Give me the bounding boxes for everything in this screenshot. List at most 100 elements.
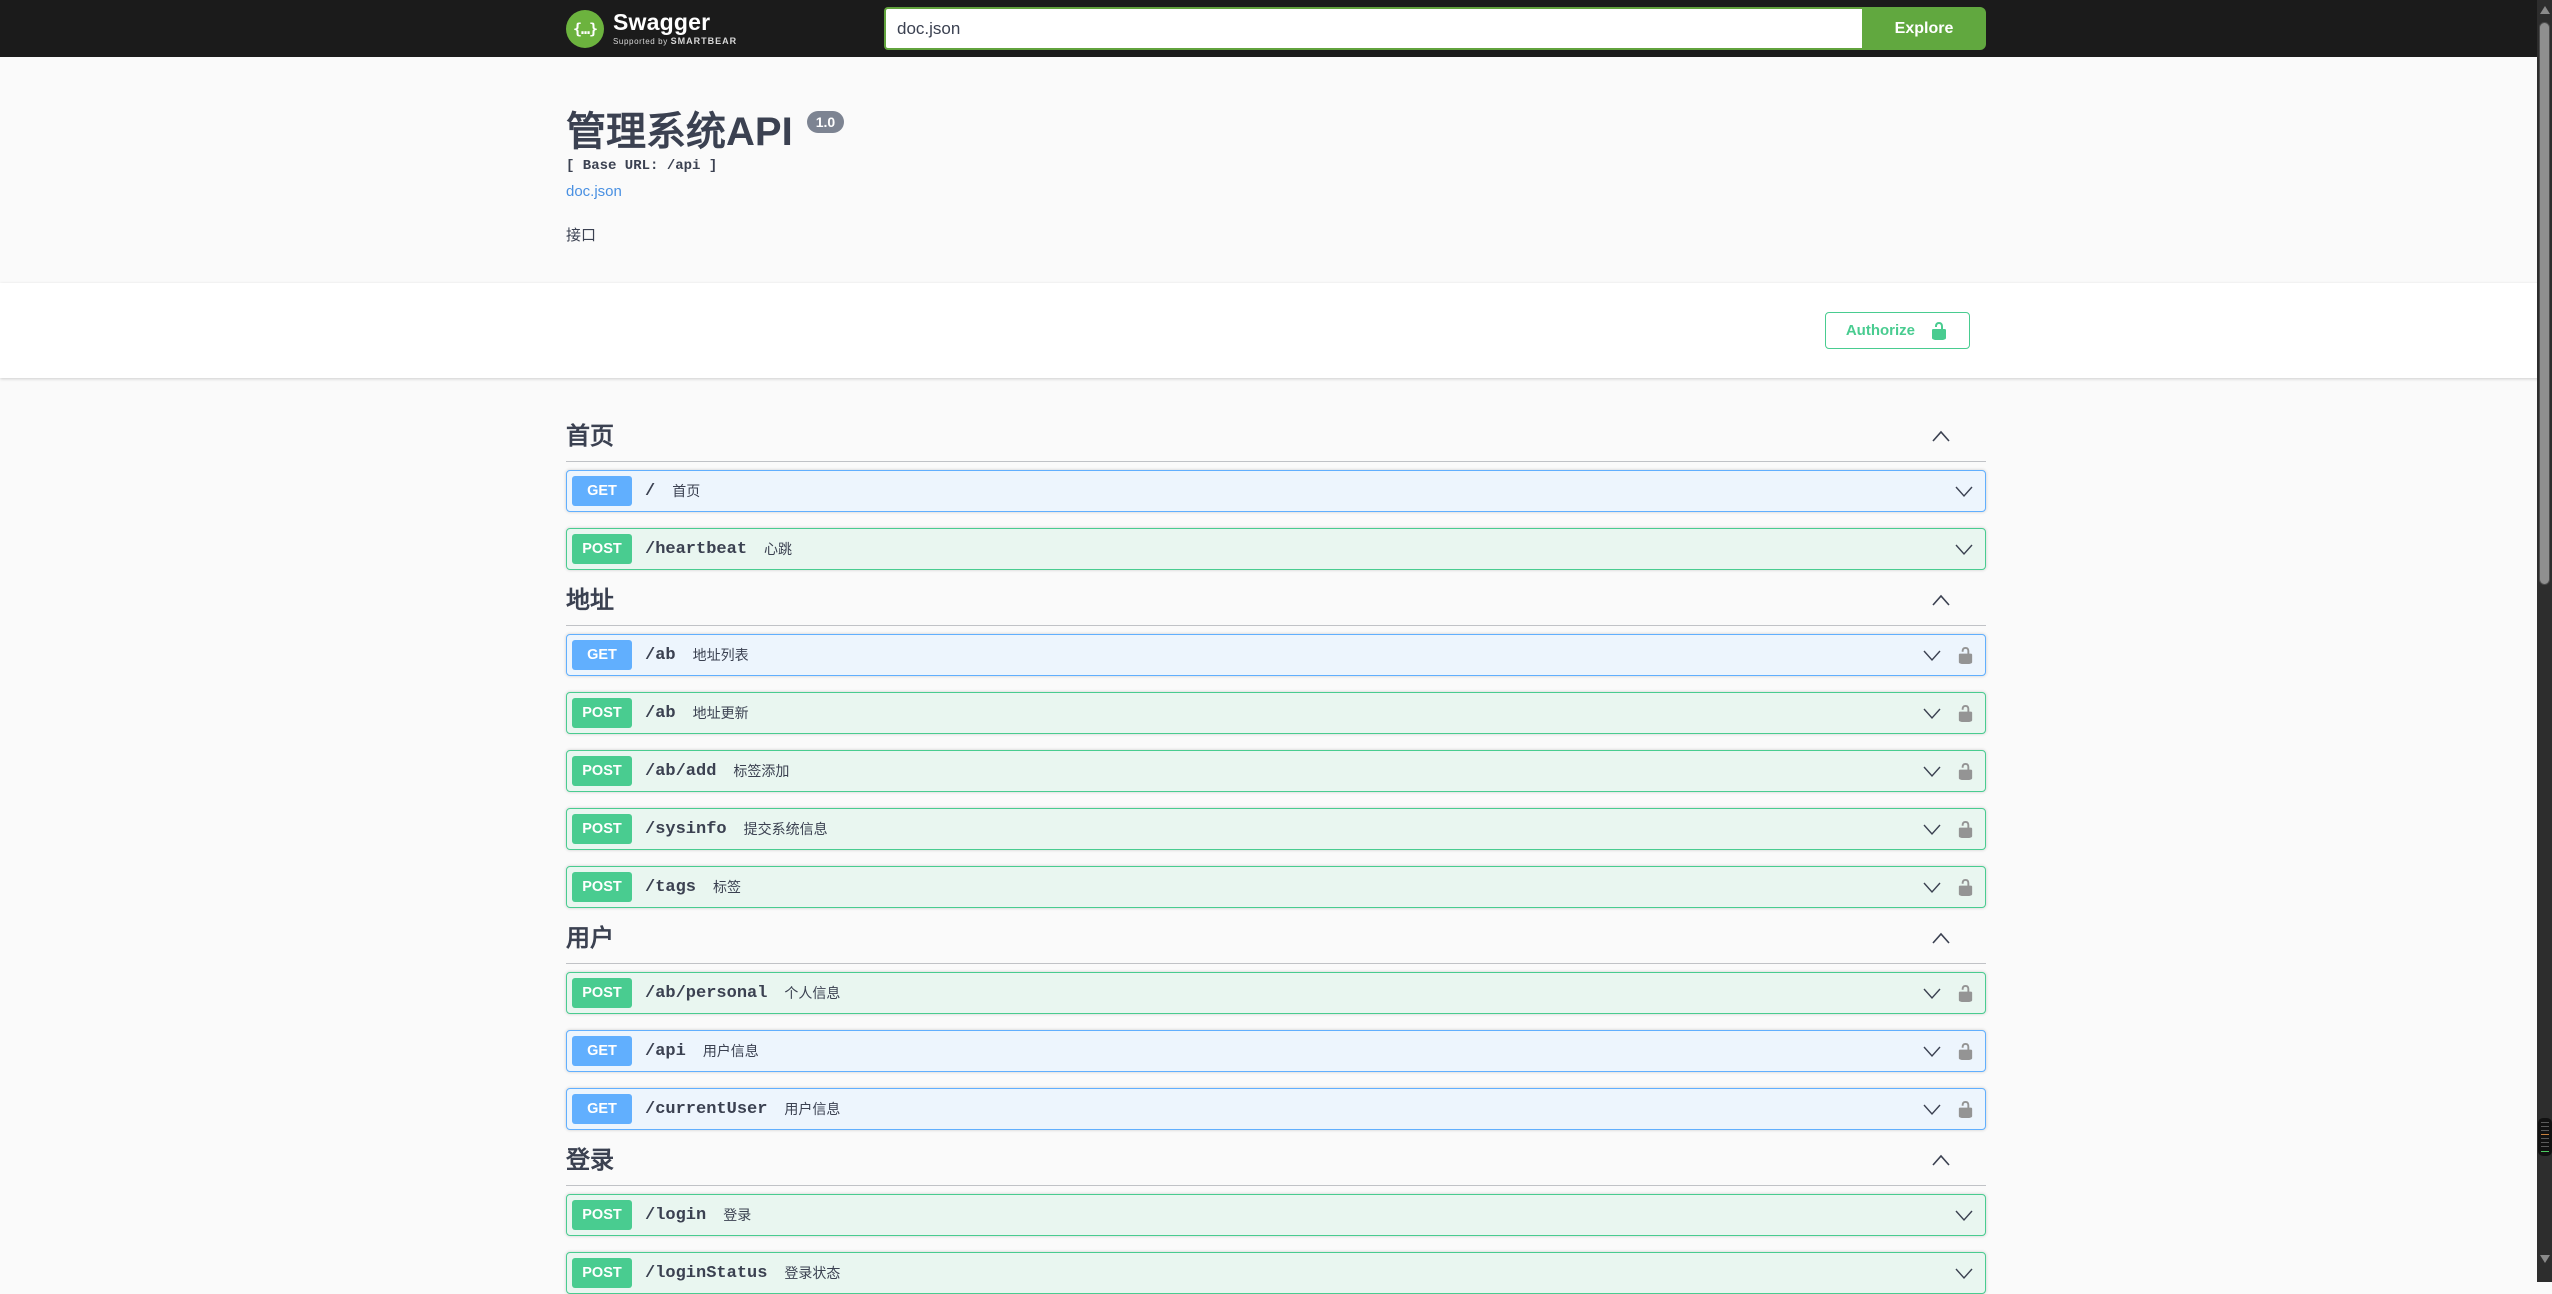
operation-row[interactable]: POST /sysinfo 提交系统信息 (566, 808, 1986, 850)
operation-summary: 地址列表 (692, 647, 749, 663)
operation-row[interactable]: GET / 首页 (566, 470, 1986, 512)
chevron-up-icon[interactable] (1930, 1152, 1952, 1170)
authorize-button[interactable]: Authorize (1824, 312, 1970, 349)
tag-name: 地址 (566, 587, 614, 614)
method-badge: POST (572, 872, 632, 902)
chevron-up-icon[interactable] (1930, 428, 1952, 446)
operation-row[interactable]: POST /tags 标签 (566, 866, 1986, 908)
operation-summary: 标签 (713, 879, 742, 895)
chevron-up-icon[interactable] (1930, 930, 1952, 948)
operation-summary: 个人信息 (784, 985, 841, 1001)
operation-path: /login (645, 1205, 707, 1225)
auth-lock-button[interactable] (1956, 704, 1975, 723)
unlock-icon (1958, 762, 1973, 780)
tag-header[interactable]: 登录 (566, 1146, 1986, 1186)
auth-lock-button[interactable] (1956, 1100, 1975, 1119)
operation-summary: 登录状态 (784, 1265, 841, 1281)
chevron-down-icon[interactable] (1953, 540, 1975, 558)
scrollbar-track[interactable] (2537, 0, 2552, 1282)
operation-path: /loginStatus (645, 1263, 768, 1283)
unlock-icon (1932, 321, 1946, 340)
tag-header[interactable]: 地址 (566, 586, 1986, 626)
operation-path: /api (645, 1041, 686, 1061)
operation-row[interactable]: GET /api 用户信息 (566, 1030, 1986, 1072)
operation-summary: 用户信息 (784, 1101, 841, 1117)
unlock-icon (1958, 1100, 1973, 1118)
method-badge: GET (572, 1094, 632, 1124)
tag-section: 用户 POST /ab/personal 个人信息 GET /api 用户信息 (566, 924, 1986, 1130)
scrollbar-marker-box (2537, 1118, 2552, 1156)
auth-lock-button[interactable] (1956, 762, 1975, 781)
topbar: {…} Swagger Supported by SMARTBEAR Explo… (0, 0, 2552, 57)
authorize-label: Authorize (1845, 322, 1915, 339)
operation-row[interactable]: GET /ab 地址列表 (566, 634, 1986, 676)
auth-lock-button[interactable] (1956, 878, 1975, 897)
swagger-logo[interactable]: {…} Swagger Supported by SMARTBEAR (566, 9, 738, 48)
chevron-down-icon[interactable] (1921, 984, 1943, 1002)
method-badge: POST (572, 1200, 632, 1230)
method-badge: GET (572, 476, 632, 506)
unlock-icon (1958, 704, 1973, 722)
auth-lock-button[interactable] (1956, 984, 1975, 1003)
operation-row[interactable]: POST /heartbeat 心跳 (566, 528, 1986, 570)
operation-path: /ab/personal (645, 983, 768, 1003)
operation-path: /ab (645, 645, 676, 665)
scrollbar-thumb[interactable] (2539, 22, 2550, 585)
method-badge: GET (572, 640, 632, 670)
tag-header[interactable]: 首页 (566, 422, 1986, 462)
chevron-up-icon[interactable] (1930, 592, 1952, 610)
operation-path: / (645, 481, 656, 501)
unlock-icon (1958, 646, 1973, 664)
api-description: 接口 (566, 227, 597, 244)
auth-lock-button[interactable] (1956, 646, 1975, 665)
spec-url-form: Explore (884, 7, 1986, 50)
chevron-down-icon[interactable] (1921, 1100, 1943, 1118)
chevron-down-icon[interactable] (1953, 1264, 1975, 1282)
chevron-down-icon[interactable] (1921, 762, 1943, 780)
operation-summary: 心跳 (764, 541, 793, 557)
spec-url-input[interactable] (884, 7, 1862, 50)
scrollbar-down-arrow-icon[interactable] (2539, 1255, 2550, 1263)
chevron-down-icon[interactable] (1921, 878, 1943, 896)
base-url: [ Base URL: /api ] (566, 158, 718, 174)
unlock-icon (1958, 1042, 1973, 1060)
chevron-down-icon[interactable] (1953, 1206, 1975, 1224)
operation-row[interactable]: POST /loginStatus 登录状态 (566, 1252, 1986, 1294)
tag-header[interactable]: 用户 (566, 924, 1986, 964)
operation-row[interactable]: POST /ab 地址更新 (566, 692, 1986, 734)
method-badge: GET (572, 1036, 632, 1066)
method-badge: POST (572, 756, 632, 786)
auth-lock-button[interactable] (1956, 1042, 1975, 1061)
method-badge: POST (572, 698, 632, 728)
chevron-down-icon[interactable] (1921, 704, 1943, 722)
api-info-section: 管理系统API 1.0 [ Base URL: /api ] doc.json … (0, 57, 2552, 283)
swagger-logo-icon: {…} (566, 9, 604, 48)
chevron-down-icon[interactable] (1921, 646, 1943, 664)
brand-subtitle: Supported by SMARTBEAR (613, 36, 738, 46)
operation-path: /tags (645, 877, 697, 897)
method-badge: POST (572, 1258, 632, 1288)
chevron-down-icon[interactable] (1953, 482, 1975, 500)
tag-name: 用户 (566, 925, 614, 952)
version-badge: 1.0 (806, 111, 845, 133)
unlock-icon (1958, 984, 1973, 1002)
operation-row[interactable]: POST /ab/personal 个人信息 (566, 972, 1986, 1014)
tag-name: 登录 (566, 1147, 614, 1174)
operation-row[interactable]: POST /ab/add 标签添加 (566, 750, 1986, 792)
operation-row[interactable]: POST /login 登录 (566, 1194, 1986, 1236)
chevron-down-icon[interactable] (1921, 820, 1943, 838)
scrollbar-up-arrow-icon[interactable] (2539, 6, 2550, 14)
auth-lock-button[interactable] (1956, 820, 1975, 839)
operation-summary: 标签添加 (733, 763, 790, 779)
tag-name: 首页 (566, 423, 614, 450)
operation-summary: 首页 (672, 483, 701, 499)
operation-row[interactable]: GET /currentUser 用户信息 (566, 1088, 1986, 1130)
spec-json-link[interactable]: doc.json (566, 183, 622, 200)
method-badge: POST (572, 814, 632, 844)
page-title: 管理系统API 1.0 (566, 109, 1986, 155)
tag-section: 首页 GET / 首页 POST /heartbeat 心跳 (566, 422, 1986, 570)
explore-button[interactable]: Explore (1862, 7, 1986, 50)
operation-path: /ab/add (645, 761, 717, 781)
method-badge: POST (572, 978, 632, 1008)
chevron-down-icon[interactable] (1921, 1042, 1943, 1060)
